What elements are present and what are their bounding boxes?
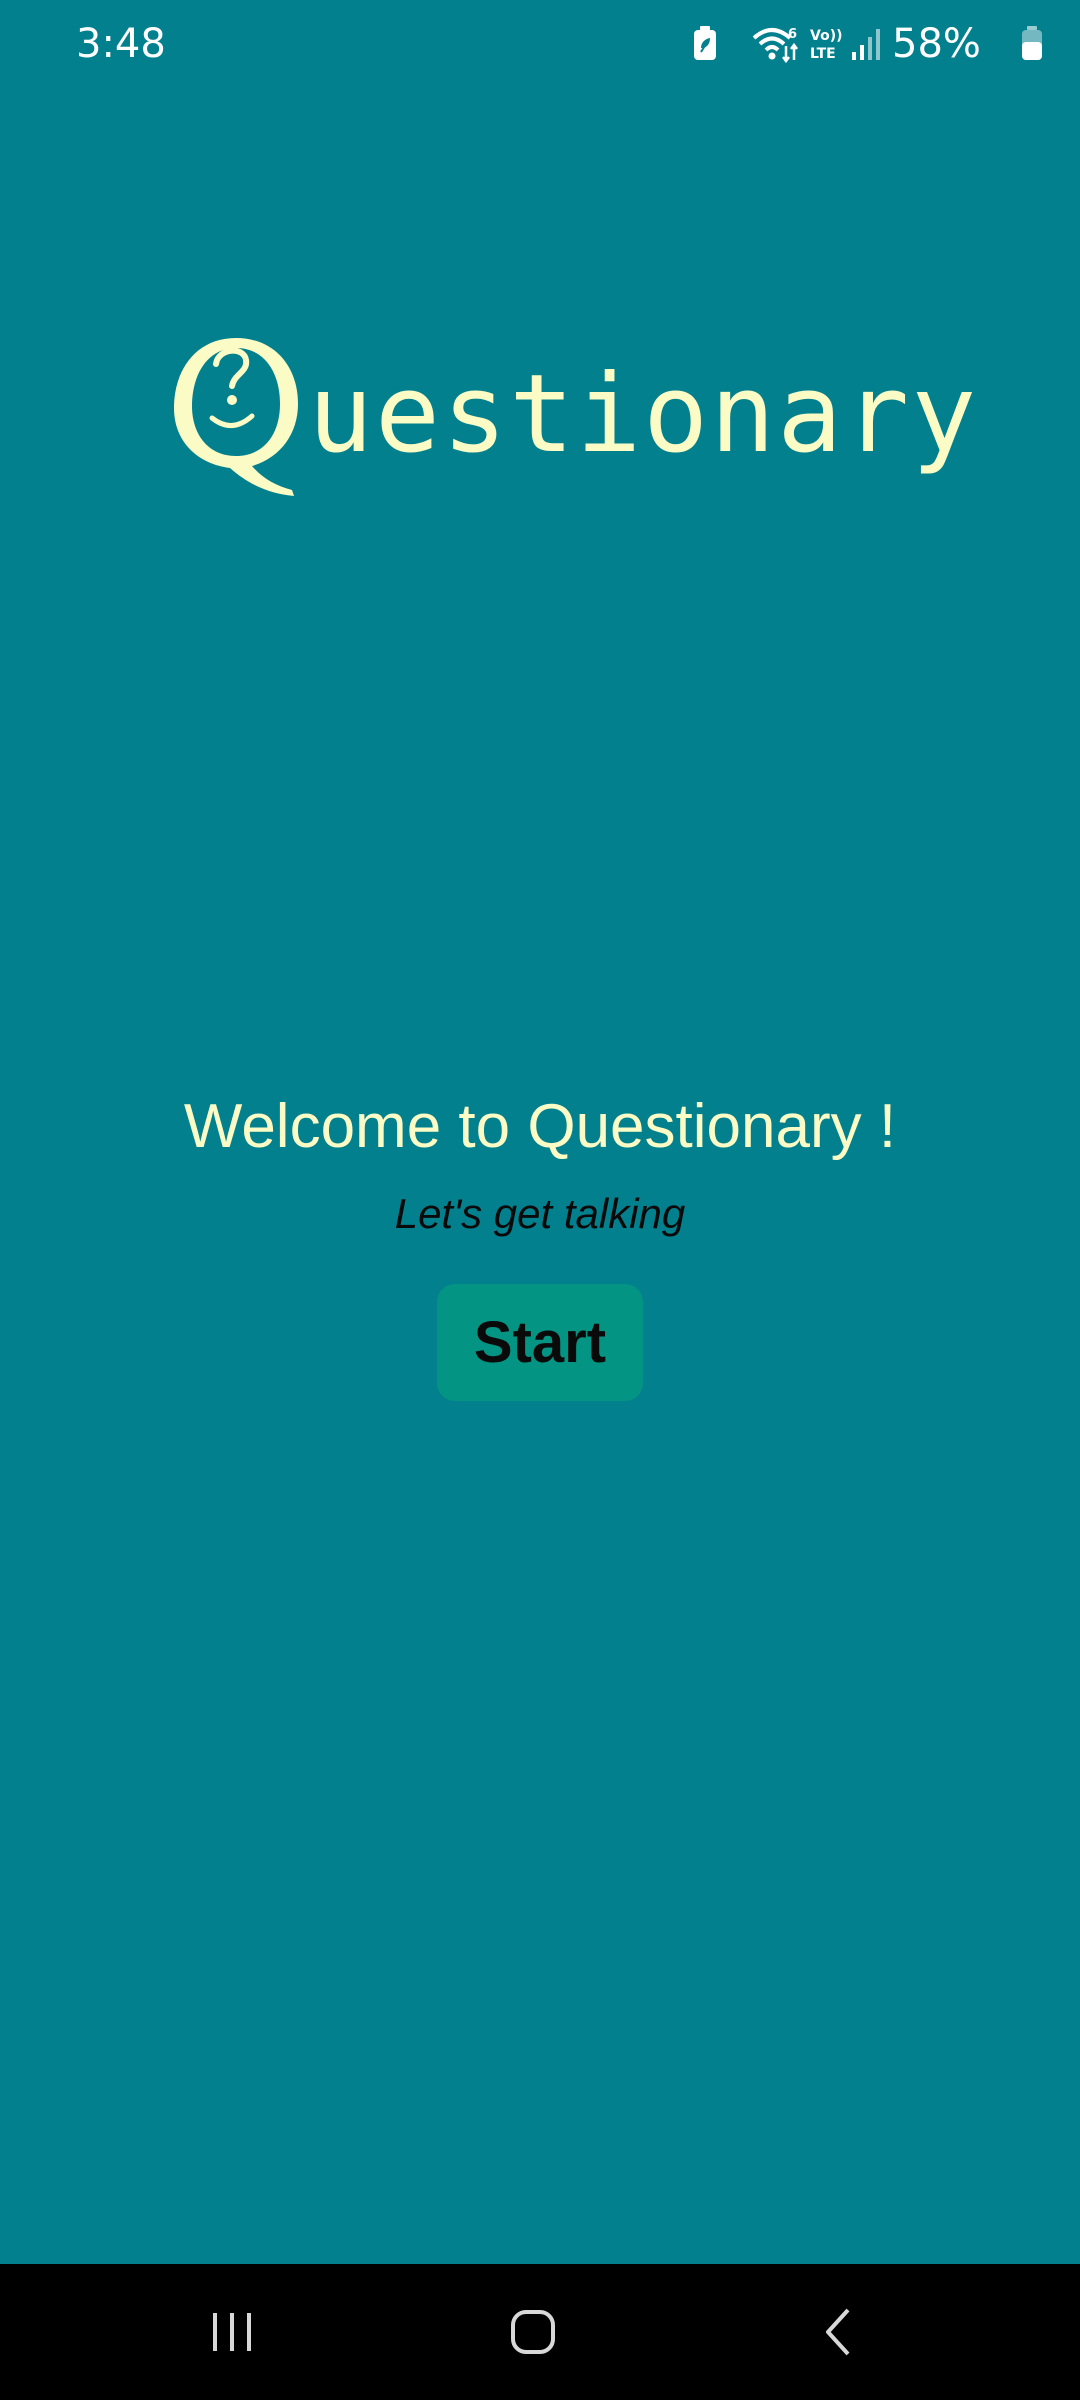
back-icon: [826, 2308, 850, 2356]
status-bar: 3:48 6 Vo)) LTE 58%: [0, 0, 1080, 90]
app-screen: 3:48 6 Vo)) LTE 58% uestionary Welcome t…: [0, 0, 1080, 2400]
recents-button[interactable]: [192, 2292, 272, 2372]
battery-percent: 58%: [892, 21, 981, 67]
battery-icon: [1022, 26, 1042, 60]
svg-text:LTE: LTE: [810, 46, 836, 62]
svg-text:6: 6: [788, 27, 797, 42]
back-button[interactable]: [798, 2292, 878, 2372]
app-logo: uestionary: [168, 330, 976, 510]
navigation-bar: [0, 2264, 1080, 2400]
battery-saver-icon: [694, 26, 716, 60]
status-time: 3:48: [76, 21, 166, 67]
status-icons: 6 Vo)) LTE 58%: [680, 20, 1080, 70]
logo-q-icon: [174, 338, 298, 496]
svg-text:Vo)): Vo)): [810, 28, 842, 44]
welcome-title: Welcome to Questionary !: [183, 1092, 897, 1161]
signal-icon: [852, 29, 880, 60]
recents-icon: [213, 2313, 251, 2351]
home-icon: [511, 2310, 555, 2354]
wifi-icon: 6: [752, 27, 798, 64]
welcome-subtitle: Let's get talking: [394, 1190, 686, 1237]
volte-icon: Vo)) LTE: [810, 28, 842, 62]
start-button[interactable]: Start: [437, 1284, 643, 1401]
logo-wordmark: uestionary: [308, 352, 979, 477]
home-button[interactable]: [493, 2292, 573, 2372]
